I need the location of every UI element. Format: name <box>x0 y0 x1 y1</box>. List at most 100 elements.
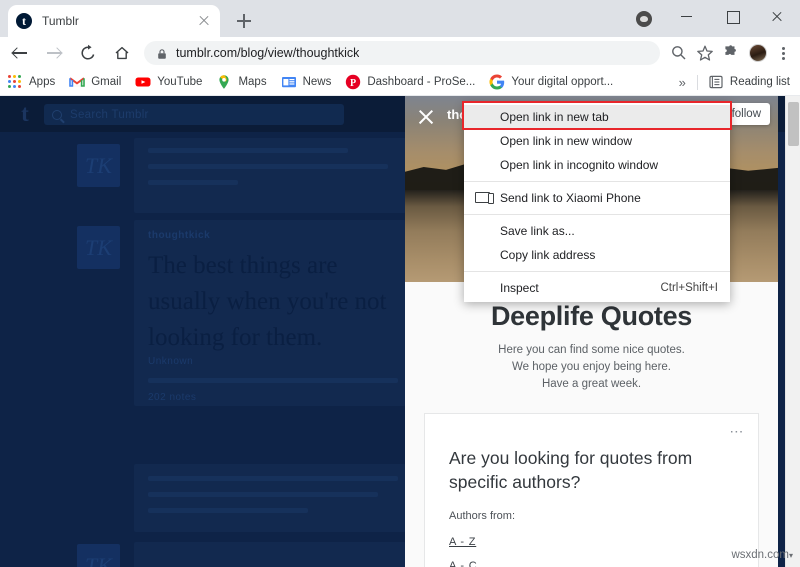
dashboard-post-card <box>134 464 406 532</box>
bookmark-label: Maps <box>238 76 267 88</box>
post-link-a-c[interactable]: A - C <box>449 560 477 567</box>
reading-list-label: Reading list <box>729 76 790 88</box>
star-icon[interactable] <box>692 40 718 66</box>
blog-post-card: ⋯ Are you looking for quotes from specif… <box>424 413 759 567</box>
close-icon[interactable] <box>413 103 439 129</box>
blog-description-line: Have a great week. <box>541 378 642 390</box>
dashboard-avatar: TK <box>77 226 120 269</box>
back-arrow-icon[interactable] <box>6 39 34 67</box>
phone-cast-icon <box>475 192 494 204</box>
url-text: tumblr.com/blog/view/thoughtkick <box>176 46 360 60</box>
svg-text:P: P <box>350 78 356 89</box>
tumblr-logo-icon: t <box>21 101 29 126</box>
profile-chip-icon[interactable] <box>636 11 652 27</box>
search-icon <box>52 109 62 120</box>
search-placeholder: Search Tumblr <box>70 108 149 121</box>
dashboard-avatar: TK <box>77 144 120 187</box>
bookmark-gmail[interactable]: Gmail <box>62 71 128 93</box>
window-controls <box>665 0 800 37</box>
page-scrollbar[interactable] <box>785 96 800 567</box>
apps-grid-icon <box>7 74 23 90</box>
new-tab-button[interactable] <box>232 9 256 33</box>
dashboard-post-card <box>134 542 406 567</box>
menu-item-label: Copy link address <box>500 248 596 262</box>
forward-arrow-icon[interactable] <box>40 39 68 67</box>
menu-item-label: Inspect <box>500 281 539 295</box>
post-title: Are you looking for quotes from specific… <box>449 448 693 492</box>
bookmark-label: YouTube <box>157 76 203 88</box>
bookmark-youtube[interactable]: YouTube <box>128 71 209 93</box>
context-menu-item-inspect[interactable]: Inspect Ctrl+Shift+I <box>464 276 730 300</box>
three-dot-menu-icon[interactable] <box>772 40 794 66</box>
gmail-icon <box>69 74 86 90</box>
post-link-a-z[interactable]: A - Z <box>449 536 476 548</box>
menu-item-label: Open link in new tab <box>500 110 609 124</box>
bookmarks-overflow-button[interactable]: » <box>671 75 694 90</box>
bookmark-dashboard[interactable]: P Dashboard - ProSe... <box>338 71 482 93</box>
maximize-button[interactable] <box>710 0 755 32</box>
menu-separator <box>464 271 730 272</box>
context-menu-item-save-link-as[interactable]: Save link as... <box>464 219 730 243</box>
menu-item-label: Save link as... <box>500 224 575 238</box>
watermark-caret: ▾ <box>788 551 793 560</box>
bookmark-label: News <box>302 76 332 88</box>
bookmarks-divider <box>696 74 698 90</box>
blog-description-line: We hope you enjoy being here. <box>512 361 671 373</box>
bookmark-apps[interactable]: Apps <box>0 71 62 93</box>
bookmark-your-digital-opport[interactable]: Your digital opport... <box>482 71 620 93</box>
context-menu-item-send-link-to-xiaomi-phone[interactable]: Send link to Xiaomi Phone <box>464 186 730 210</box>
tab-title: Tumblr <box>42 14 79 28</box>
menu-item-label: Open link in incognito window <box>500 158 659 172</box>
menu-item-shortcut: Ctrl+Shift+I <box>660 282 718 294</box>
watermark: wsxdn.com▾ <box>731 549 793 561</box>
post-options-icon[interactable]: ⋯ <box>729 423 745 440</box>
toolbar-actions <box>666 40 800 66</box>
blog-title: Deeplife Quotes <box>490 301 693 331</box>
dashboard-avatar: TK <box>77 544 120 567</box>
window-close-button[interactable] <box>755 0 800 32</box>
dashboard-notes-count: 202 notes <box>148 392 197 403</box>
context-menu-item-open-link-in-incognito-window[interactable]: Open link in incognito window <box>464 153 730 177</box>
scrollbar-thumb[interactable] <box>788 102 799 146</box>
bookmark-label: Apps <box>29 76 56 88</box>
pinterest-icon: P <box>345 74 361 90</box>
minimize-button[interactable] <box>665 0 710 32</box>
home-icon[interactable] <box>108 39 136 67</box>
address-bar[interactable]: tumblr.com/blog/view/thoughtkick <box>144 41 660 65</box>
bookmark-news[interactable]: News <box>274 71 339 93</box>
menu-item-label: Send link to Xiaomi Phone <box>500 191 641 205</box>
watermark-text: wsxdn.com <box>731 549 789 561</box>
google-icon <box>489 74 505 90</box>
profile-avatar-icon[interactable] <box>749 44 767 62</box>
blog-description: Here you can find some nice quotes. We h… <box>405 342 778 393</box>
reading-list-button[interactable]: Reading list <box>701 71 800 93</box>
dashboard-search-input[interactable]: Search Tumblr <box>44 104 344 125</box>
context-menu: Open link in new tab Open link in new wi… <box>464 103 730 302</box>
context-menu-item-copy-link-address[interactable]: Copy link address <box>464 243 730 267</box>
reload-icon[interactable] <box>74 39 102 67</box>
tab-close-icon[interactable] <box>196 13 212 29</box>
dashboard-quote-card: thoughtkick The best things are usually … <box>134 220 406 406</box>
post-subtitle: Authors from: <box>449 510 516 522</box>
context-menu-item-open-link-in-new-tab[interactable]: Open link in new tab <box>464 105 730 129</box>
maps-pin-icon <box>216 74 232 90</box>
browser-tab[interactable]: t Tumblr <box>8 5 220 37</box>
blog-description-line: Here you can find some nice quotes. <box>498 344 685 356</box>
menu-separator <box>464 181 730 182</box>
reading-list-icon <box>708 74 724 90</box>
context-menu-item-open-link-in-new-window[interactable]: Open link in new window <box>464 129 730 153</box>
bookmark-label: Your digital opport... <box>511 76 614 88</box>
dashboard-quote-source: Unknown <box>148 356 194 367</box>
puzzle-icon[interactable] <box>718 40 744 66</box>
search-icon[interactable] <box>666 40 692 66</box>
bookmark-maps[interactable]: Maps <box>209 71 273 93</box>
menu-separator <box>464 214 730 215</box>
menu-item-label: Open link in new window <box>500 134 633 148</box>
lock-icon <box>156 47 168 59</box>
bookmarks-bar: Apps Gmail YouTube Maps News P Dashboard… <box>0 69 800 96</box>
bookmark-label: Dashboard - ProSe... <box>367 76 476 88</box>
tumblr-favicon-icon: t <box>16 13 32 29</box>
dashboard-post-card <box>134 138 406 213</box>
bookmark-label: Gmail <box>91 76 122 88</box>
title-bar: t Tumblr <box>0 0 800 37</box>
